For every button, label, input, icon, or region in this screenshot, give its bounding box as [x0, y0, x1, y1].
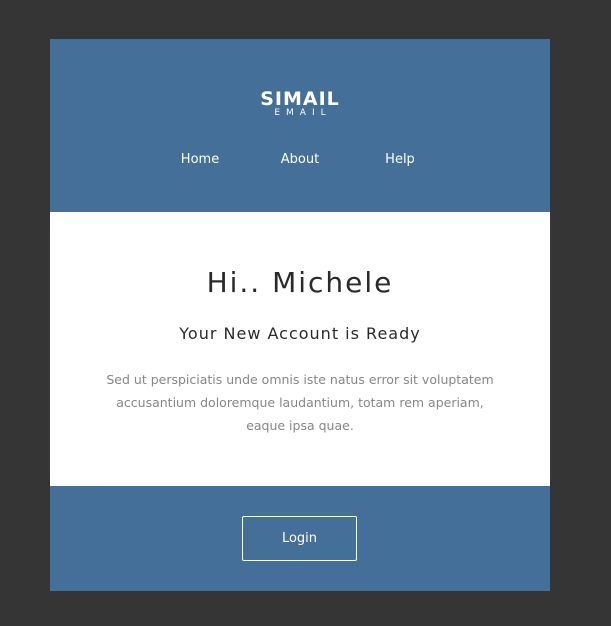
logo-sub-text: EMAIL: [274, 108, 332, 118]
greeting-heading: Hi.. Michele: [206, 266, 394, 299]
email-header: SIMAIL EMAIL Home About Help: [50, 39, 550, 212]
header-nav: Home About Help: [50, 151, 550, 171]
login-button[interactable]: Login: [242, 516, 357, 561]
nav-item-home[interactable]: Home: [160, 151, 240, 169]
body-paragraph: Sed ut perspiciatis unde omnis iste natu…: [106, 372, 494, 433]
email-card: SIMAIL EMAIL Home About Help Hi.. Michel…: [50, 39, 550, 591]
email-content: Hi.. Michele Your New Account is Ready S…: [50, 212, 550, 486]
nav-item-help[interactable]: Help: [360, 151, 440, 169]
logo-main-text: SIMAIL: [260, 88, 340, 110]
account-ready-subtitle: Your New Account is Ready: [179, 324, 421, 343]
nav-item-about[interactable]: About: [260, 151, 340, 169]
logo: SIMAIL EMAIL: [50, 88, 550, 118]
email-footer: Login: [50, 486, 550, 591]
